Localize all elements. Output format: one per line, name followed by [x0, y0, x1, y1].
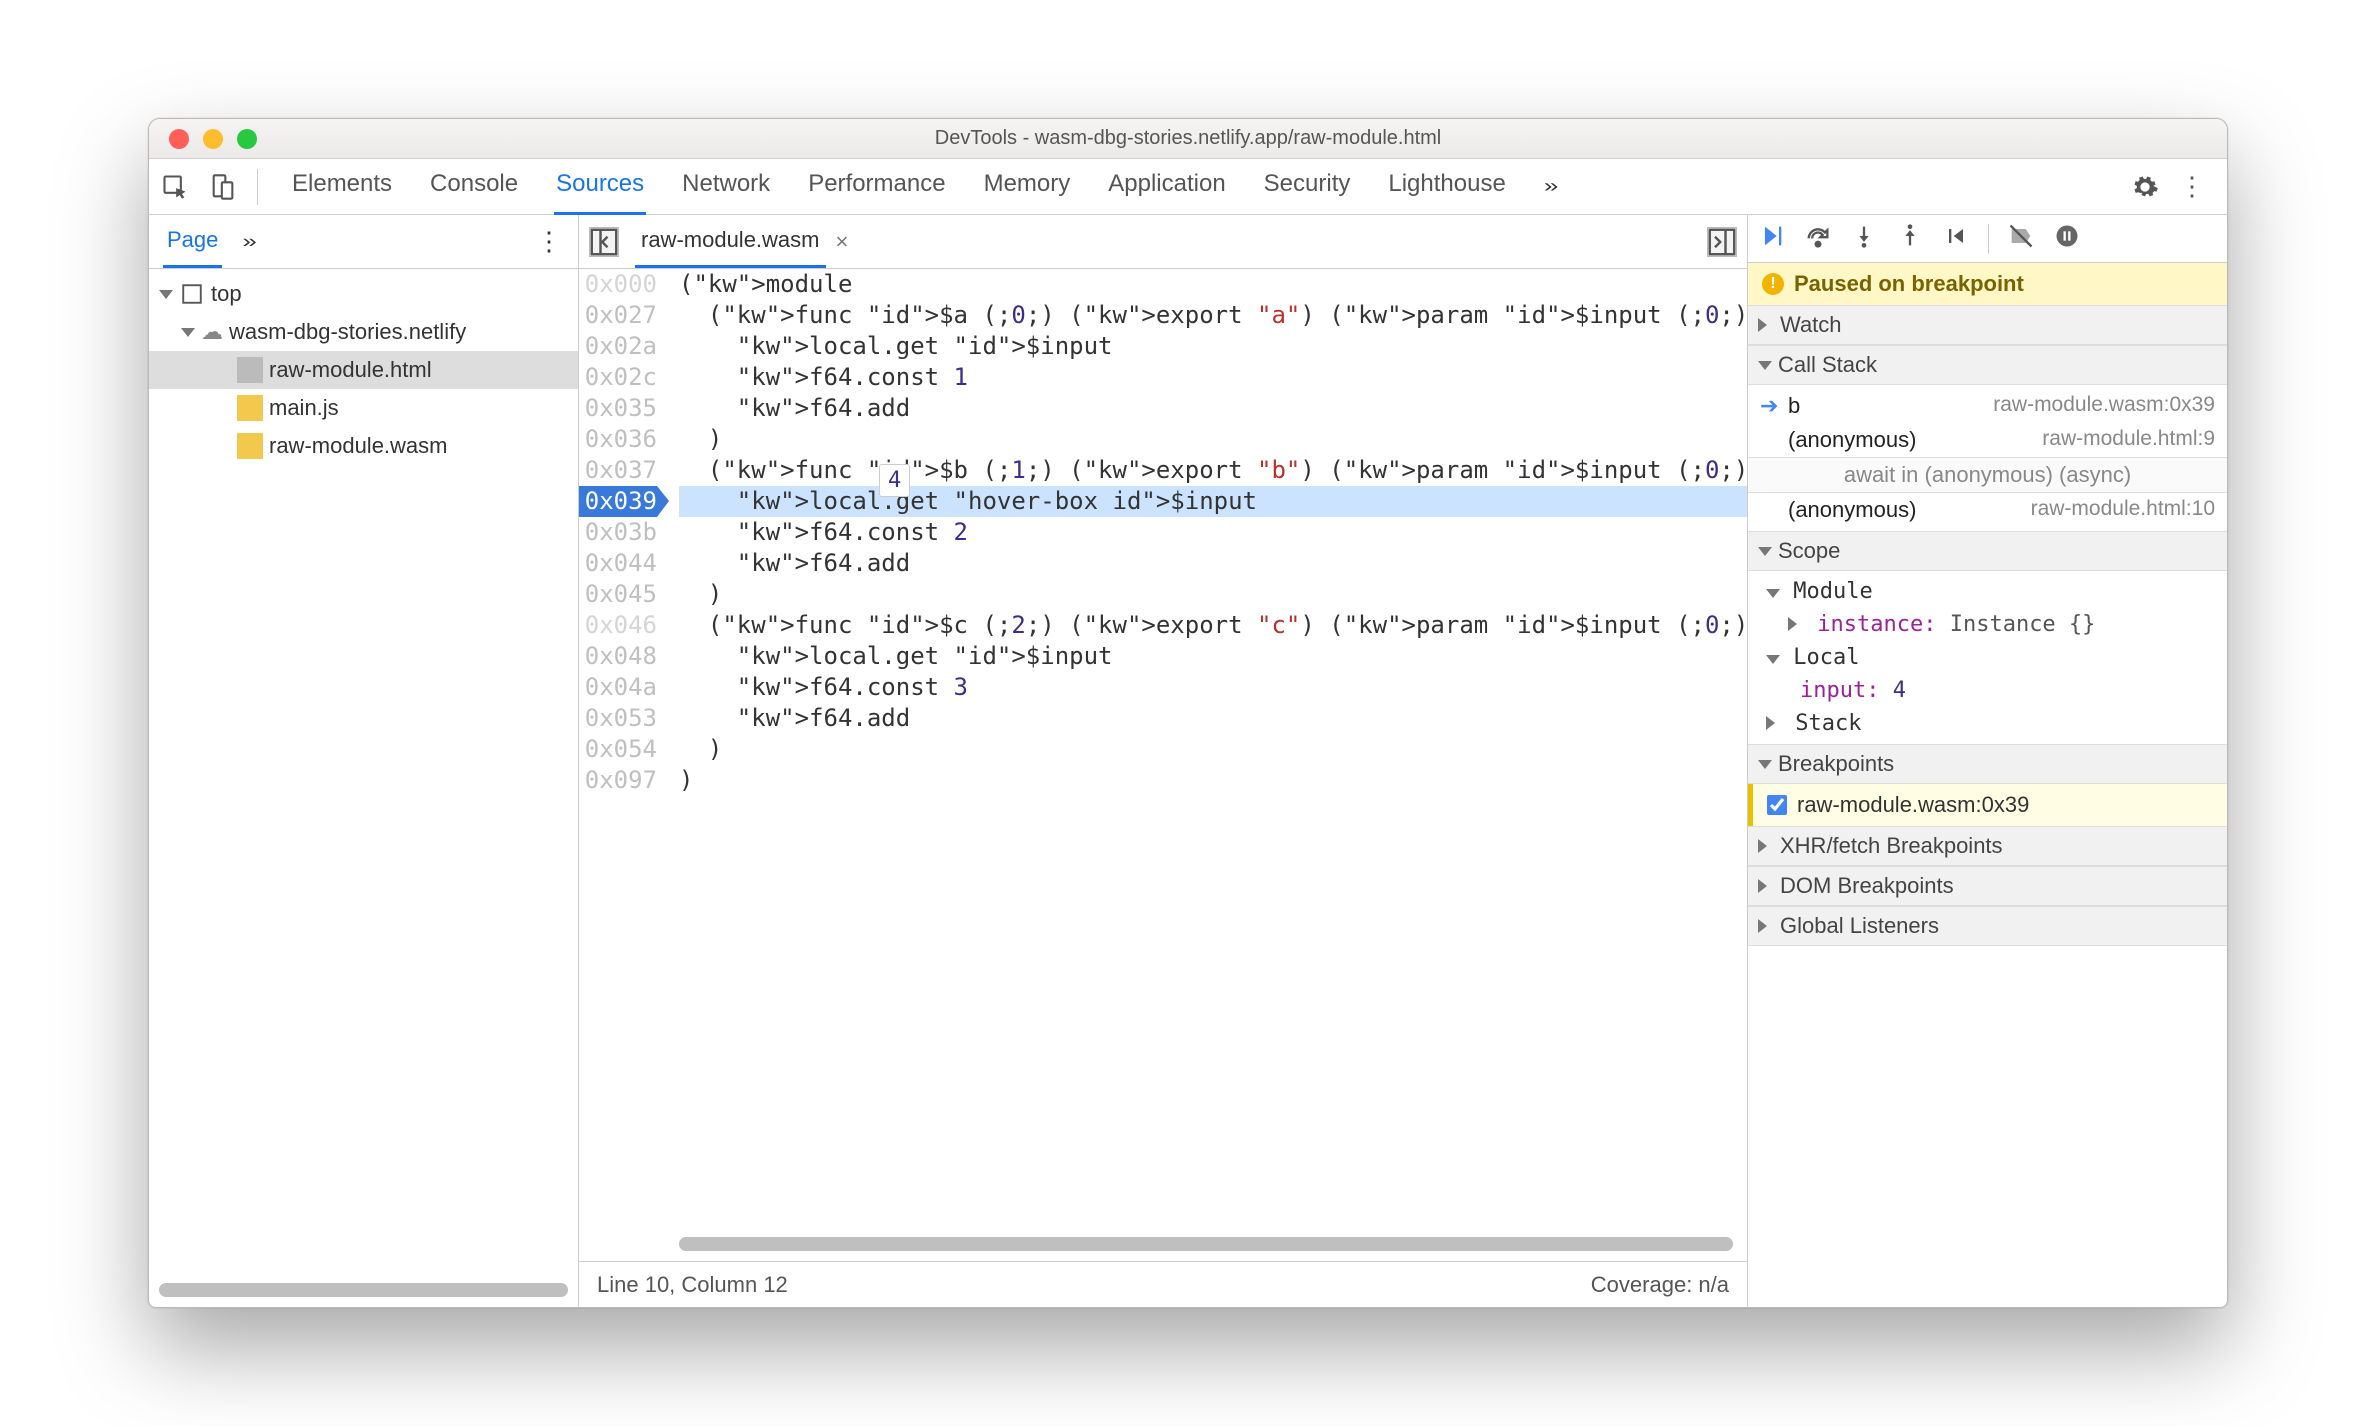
callstack-section-header[interactable]: Call Stack — [1748, 345, 2227, 385]
settings-gear-icon[interactable] — [2127, 169, 2163, 205]
breakpoint-checkbox[interactable] — [1767, 795, 1787, 815]
breakpoints-section-header[interactable]: Breakpoints — [1748, 744, 2227, 784]
titlebar: DevTools - wasm-dbg-stories.netlify.app/… — [149, 119, 2227, 159]
toggle-debugger-icon[interactable] — [1707, 227, 1737, 257]
pause-banner: ! Paused on breakpoint — [1748, 263, 2227, 305]
code-editor[interactable]: 0x0000x0270x02a0x02c0x0350x0360x0370x039… — [579, 269, 1747, 1261]
frame-icon — [179, 281, 205, 307]
xhr-breakpoints-header[interactable]: XHR/fetch Breakpoints — [1748, 826, 2227, 866]
scope-section-header[interactable]: Scope — [1748, 531, 2227, 571]
kebab-menu-icon[interactable]: ⋮ — [2179, 171, 2207, 202]
tree-file-label: main.js — [269, 395, 339, 421]
tabs-overflow-icon[interactable]: » — [1542, 167, 1560, 207]
breakpoint-label: raw-module.wasm:0x39 — [1797, 792, 2029, 818]
pause-message: Paused on breakpoint — [1794, 271, 2024, 297]
tab-security[interactable]: Security — [1262, 158, 1353, 215]
tree-file-label: raw-module.wasm — [269, 433, 448, 459]
hover-value-tooltip: 4 — [879, 464, 910, 497]
tab-console[interactable]: Console — [428, 158, 520, 215]
chevron-down-icon — [181, 328, 195, 337]
coverage-status: Coverage: n/a — [1591, 1272, 1729, 1298]
step-out-button[interactable] — [1896, 222, 1924, 256]
file-icon — [237, 395, 263, 421]
resume-button[interactable] — [1758, 222, 1786, 256]
tab-lighthouse[interactable]: Lighthouse — [1386, 158, 1507, 215]
scope-local-input: input: 4 — [1748, 674, 2227, 707]
tab-elements[interactable]: Elements — [290, 158, 394, 215]
tree-file-wasm[interactable]: raw-module.wasm — [149, 427, 578, 465]
main-toolbar: Elements Console Sources Network Perform… — [149, 159, 2227, 215]
tab-performance[interactable]: Performance — [806, 158, 947, 215]
horizontal-scrollbar[interactable] — [679, 1237, 1733, 1251]
scope-body: Module instance: Instance {} Local input… — [1748, 571, 2227, 744]
navigator-tab-page[interactable]: Page — [163, 215, 222, 268]
step-over-button[interactable] — [1804, 222, 1832, 256]
tree-top-label: top — [211, 281, 242, 307]
tab-memory[interactable]: Memory — [982, 158, 1073, 215]
tree-origin-label: wasm-dbg-stories.netlify — [229, 319, 466, 345]
scope-instance[interactable]: instance: Instance {} — [1748, 608, 2227, 641]
toggle-navigator-icon[interactable] — [589, 227, 619, 257]
debugger-pane: ! Paused on breakpoint Watch Call Stack … — [1747, 215, 2227, 1307]
scope-stack[interactable]: Stack — [1748, 707, 2227, 740]
devtools-window: DevTools - wasm-dbg-stories.netlify.app/… — [148, 118, 2228, 1308]
dom-breakpoints-header[interactable]: DOM Breakpoints — [1748, 866, 2227, 906]
editor-pane: raw-module.wasm × 0x0000x0270x02a0x02c0x… — [579, 215, 1747, 1307]
tab-sources[interactable]: Sources — [554, 158, 646, 215]
file-tree: top ☁ wasm-dbg-stories.netlify raw-modul… — [149, 269, 578, 471]
global-listeners-header[interactable]: Global Listeners — [1748, 906, 2227, 946]
scope-module[interactable]: Module — [1748, 575, 2227, 608]
editor-tab[interactable]: raw-module.wasm — [635, 215, 826, 268]
editor-statusbar: Line 10, Column 12 Coverage: n/a — [579, 1261, 1747, 1307]
navigator-pane: Page » ⋮ top ☁ wasm-dbg-stories.netlify — [149, 215, 579, 1307]
tree-file-label: raw-module.html — [269, 357, 432, 383]
callstack-body: ➔braw-module.wasm:0x39(anonymous)raw-mod… — [1748, 385, 2227, 531]
breakpoint-item[interactable]: raw-module.wasm:0x39 — [1748, 784, 2227, 826]
step-into-button[interactable] — [1850, 222, 1878, 256]
close-tab-icon[interactable]: × — [836, 229, 849, 255]
horizontal-scrollbar[interactable] — [159, 1283, 568, 1297]
step-button[interactable] — [1942, 222, 1970, 256]
debugger-toolbar — [1748, 215, 2227, 263]
tree-top[interactable]: top — [149, 275, 578, 313]
chevron-down-icon — [159, 290, 173, 299]
tab-application[interactable]: Application — [1106, 158, 1227, 215]
device-toolbar-icon[interactable] — [205, 169, 241, 205]
tree-file-html[interactable]: raw-module.html — [149, 351, 578, 389]
watch-section-header[interactable]: Watch — [1748, 305, 2227, 345]
scope-local[interactable]: Local — [1748, 641, 2227, 674]
deactivate-breakpoints-button[interactable] — [2007, 222, 2035, 256]
cloud-icon: ☁ — [201, 319, 223, 345]
inspect-element-icon[interactable] — [157, 169, 193, 205]
window-title: DevTools - wasm-dbg-stories.netlify.app/… — [149, 127, 2227, 150]
navigator-tabs-overflow-icon[interactable]: » — [242, 231, 256, 253]
warning-icon: ! — [1762, 273, 1784, 295]
cursor-position: Line 10, Column 12 — [597, 1272, 788, 1298]
pause-exceptions-button[interactable] — [2053, 222, 2081, 256]
navigator-menu-icon[interactable]: ⋮ — [536, 226, 564, 257]
tree-origin[interactable]: ☁ wasm-dbg-stories.netlify — [149, 313, 578, 351]
tab-network[interactable]: Network — [680, 158, 772, 215]
code-content: ("kw">module ("kw">func "id">$a (;0;) ("… — [679, 269, 1747, 796]
file-icon — [237, 357, 263, 383]
file-icon — [237, 433, 263, 459]
gutter[interactable]: 0x0000x0270x02a0x02c0x0350x0360x0370x039… — [579, 269, 665, 1261]
tree-file-js[interactable]: main.js — [149, 389, 578, 427]
panel-tabs: Elements Console Sources Network Perform… — [274, 158, 2115, 215]
